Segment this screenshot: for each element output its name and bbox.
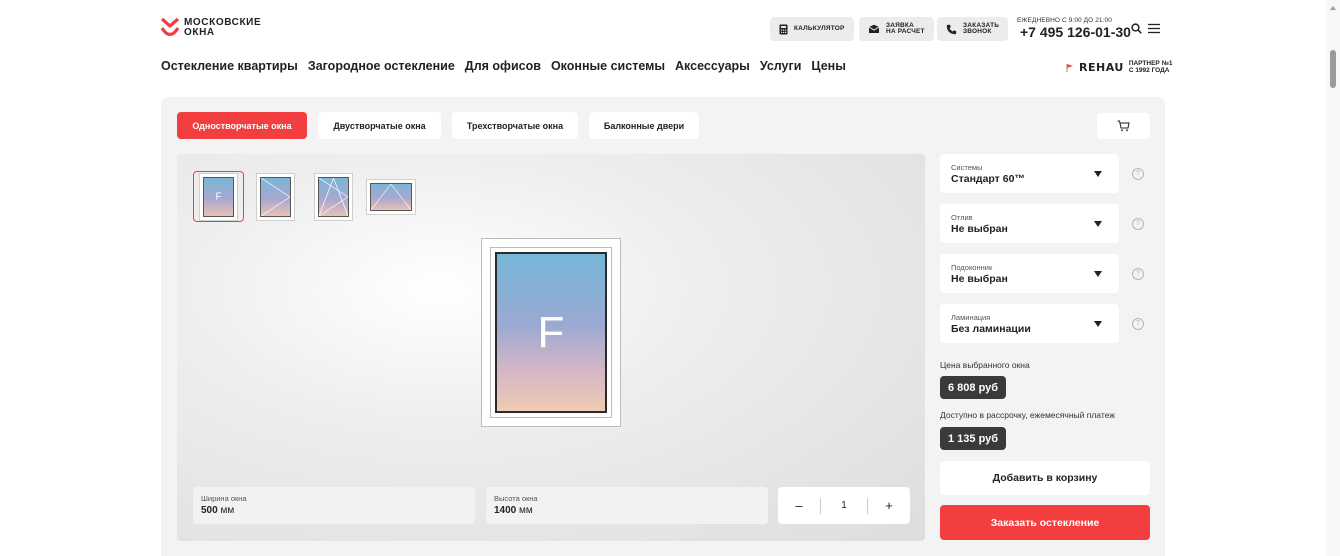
- tab-balcony-doors[interactable]: Балконные двери: [589, 112, 699, 139]
- quantity-minus-button[interactable]: –: [778, 498, 820, 513]
- caret-down-icon: [1094, 271, 1102, 277]
- add-to-cart-button[interactable]: Добавить в корзину: [940, 461, 1150, 495]
- nav-item-apartment-glazing[interactable]: Остекление квартиры: [161, 59, 298, 73]
- sash-turn-icon: [261, 177, 290, 216]
- thumb-top-hung[interactable]: [365, 171, 417, 222]
- work-hours: ЕЖЕДНЕВНО С 9:00 ДО 21:00: [1017, 17, 1112, 24]
- help-icon[interactable]: ?: [1132, 218, 1144, 230]
- caret-down-icon: [1094, 321, 1102, 327]
- nav-item-prices[interactable]: Цены: [811, 59, 845, 73]
- main-nav: Остекление квартиры Загородное остеклени…: [161, 59, 846, 73]
- thumb-fixed[interactable]: F: [193, 171, 244, 222]
- rehau-partner-badge: REHAU ПАРТНЕР №1 С 1992 ГОДА: [1066, 60, 1172, 74]
- menu-icon[interactable]: [1148, 23, 1160, 34]
- thumb-letter: F: [215, 191, 222, 202]
- height-field[interactable]: Высота окна 1400 мм: [486, 487, 768, 524]
- tab-triple-sash[interactable]: Трехстворчатые окна: [452, 112, 578, 139]
- width-field[interactable]: Ширина окна 500 мм: [193, 487, 475, 524]
- installment-value: 1 135 руб: [940, 427, 1007, 450]
- order-call-button[interactable]: ЗАКАЗАТЬ ЗВОНОК: [937, 17, 1009, 41]
- rehau-flag-icon: [1066, 64, 1073, 72]
- nav-item-offices[interactable]: Для офисов: [465, 59, 541, 73]
- select-drip-sill-label: Отлив: [951, 213, 973, 222]
- request-icon: [868, 24, 880, 33]
- width-unit: мм: [220, 505, 235, 516]
- height-unit: мм: [519, 505, 533, 516]
- help-icon[interactable]: ?: [1132, 318, 1144, 330]
- price-value: 6 808 руб: [940, 376, 1007, 399]
- help-icon[interactable]: ?: [1132, 168, 1144, 180]
- quantity-value[interactable]: 1: [820, 497, 868, 514]
- request-calc-button[interactable]: ЗАЯВКА НА РАСЧЕТ: [859, 17, 934, 41]
- rehau-brand: REHAU: [1079, 61, 1124, 74]
- price-label: Цена выбранного окна: [940, 360, 1030, 370]
- logo-mark-icon: [160, 17, 180, 37]
- help-icon[interactable]: ?: [1132, 268, 1144, 280]
- window-glass: F: [495, 252, 607, 413]
- nav-item-accessories[interactable]: Аксессуары: [675, 59, 750, 73]
- height-value: 1400: [494, 505, 517, 516]
- sash-tilt-turn-icon: [319, 177, 348, 216]
- tab-single-sash[interactable]: Одностворчатые окна: [177, 112, 307, 139]
- width-value-wrap: 500 мм: [201, 505, 467, 516]
- request-line2: НА РАСЧЕТ: [886, 28, 925, 35]
- select-windowsill[interactable]: Подоконник Не выбран: [940, 254, 1119, 293]
- nav-item-window-systems[interactable]: Оконные системы: [551, 59, 665, 73]
- select-system[interactable]: Системы Стандарт 60™: [940, 154, 1119, 193]
- width-label: Ширина окна: [201, 494, 247, 503]
- select-system-value: Стандарт 60™: [951, 173, 1025, 185]
- caret-down-icon: [1094, 171, 1102, 177]
- site-logo[interactable]: МОСКОВСКИЕ ОКНА: [160, 17, 261, 39]
- sash-type-letter: F: [537, 307, 565, 357]
- scroll-up-icon[interactable]: [1330, 6, 1336, 10]
- call-line2: ЗВОНОК: [963, 28, 992, 35]
- window-preview: F: [481, 238, 621, 427]
- thumb-turn[interactable]: [250, 171, 301, 222]
- select-lamination-label: Ламинация: [951, 313, 991, 322]
- logo-line2: ОКНА: [184, 27, 215, 38]
- calculator-button[interactable]: КАЛЬКУЛЯТОР: [770, 17, 854, 41]
- scroll-thumb[interactable]: [1330, 50, 1336, 88]
- select-drip-sill[interactable]: Отлив Не выбран: [940, 204, 1119, 243]
- caret-down-icon: [1094, 221, 1102, 227]
- phone-number[interactable]: +7 495 126-01-30: [1020, 24, 1131, 40]
- calculator-label: КАЛЬКУЛЯТОР: [794, 24, 845, 32]
- calculator-icon: [779, 24, 788, 34]
- nav-item-country-glazing[interactable]: Загородное остекление: [308, 59, 455, 73]
- height-label: Высота окна: [494, 494, 538, 503]
- phone-icon: [946, 24, 957, 34]
- quantity-plus-button[interactable]: +: [868, 498, 910, 513]
- cart-button[interactable]: [1097, 113, 1150, 139]
- select-drip-sill-value: Не выбран: [951, 223, 1008, 235]
- cart-icon: [1117, 120, 1130, 132]
- search-icon[interactable]: [1131, 23, 1142, 34]
- width-value: 500: [201, 505, 218, 516]
- order-glazing-button[interactable]: Заказать остекление: [940, 505, 1150, 540]
- sash-top-hung-icon: [371, 183, 411, 210]
- height-value-wrap: 1400 мм: [494, 505, 760, 516]
- thumb-tilt-turn[interactable]: [308, 171, 359, 222]
- installment-label: Доступно в рассрочку, ежемесячный платеж: [940, 410, 1115, 420]
- nav-item-services[interactable]: Услуги: [760, 59, 802, 73]
- select-windowsill-value: Не выбран: [951, 273, 1008, 285]
- select-lamination[interactable]: Ламинация Без ламинации: [940, 304, 1119, 343]
- select-lamination-value: Без ламинации: [951, 323, 1031, 335]
- page-scrollbar[interactable]: [1326, 0, 1340, 556]
- select-windowsill-label: Подоконник: [951, 263, 993, 272]
- logo-text: МОСКОВСКИЕ ОКНА: [184, 18, 261, 38]
- rehau-line2: С 1992 ГОДА: [1128, 66, 1170, 74]
- quantity-stepper: – 1 +: [778, 487, 910, 524]
- select-system-label: Системы: [951, 163, 983, 172]
- tab-double-sash[interactable]: Двустворчатые окна: [318, 112, 441, 139]
